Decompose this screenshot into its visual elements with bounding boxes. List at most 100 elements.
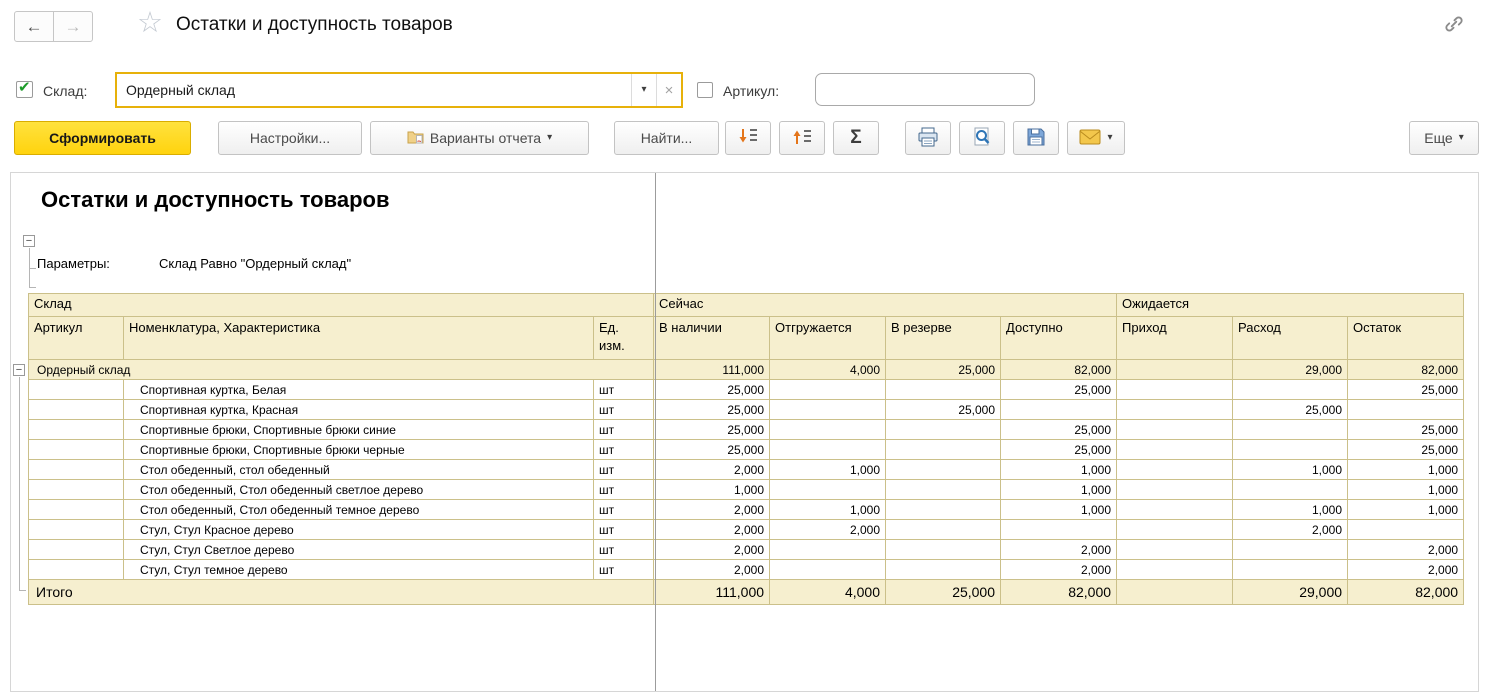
unit-cell[interactable]: шт [594,520,654,540]
value-cell[interactable]: 1,000 [1348,460,1464,480]
total-cell[interactable]: 111,000 [654,580,770,605]
value-cell[interactable] [886,560,1001,580]
value-cell[interactable]: 2,000 [654,560,770,580]
nomenclature-cell[interactable]: Спортивная куртка, Красная [124,400,594,420]
value-cell[interactable]: 1,000 [1001,500,1117,520]
group-collapse-toggle[interactable]: − [13,364,25,376]
group-cell[interactable]: 111,000 [654,360,770,380]
group-cell[interactable]: 82,000 [1001,360,1117,380]
nomenclature-cell[interactable]: Спортивная куртка, Белая [124,380,594,400]
value-cell[interactable]: 2,000 [1348,540,1464,560]
value-cell[interactable] [1348,520,1464,540]
nomenclature-cell[interactable]: Стул, Стул Красное дерево [124,520,594,540]
find-button[interactable]: Найти... [614,121,719,155]
total-cell[interactable] [1117,580,1233,605]
total-label[interactable]: Итого [29,580,654,605]
value-cell[interactable] [1117,420,1233,440]
value-cell[interactable]: 1,000 [654,480,770,500]
unit-cell[interactable]: шт [594,400,654,420]
group-cell[interactable]: 29,000 [1233,360,1348,380]
forward-button[interactable]: → [53,11,93,42]
value-cell[interactable] [770,480,886,500]
value-cell[interactable] [1233,420,1348,440]
nomenclature-cell[interactable]: Стол обеденный, Стол обеденный светлое д… [124,480,594,500]
value-cell[interactable] [1001,400,1117,420]
total-cell[interactable]: 4,000 [770,580,886,605]
value-cell[interactable] [1001,520,1117,540]
value-cell[interactable]: 1,000 [1348,480,1464,500]
article-cell[interactable] [29,380,124,400]
value-cell[interactable] [1117,400,1233,420]
unit-cell[interactable]: шт [594,460,654,480]
value-cell[interactable]: 1,000 [1348,500,1464,520]
article-input[interactable] [815,73,1035,106]
group-cell[interactable]: 25,000 [886,360,1001,380]
value-cell[interactable] [886,380,1001,400]
value-cell[interactable] [1117,520,1233,540]
article-cell[interactable] [29,560,124,580]
value-cell[interactable]: 2,000 [1233,520,1348,540]
total-cell[interactable]: 82,000 [1348,580,1464,605]
value-cell[interactable] [1348,400,1464,420]
value-cell[interactable] [886,440,1001,460]
warehouse-checkbox[interactable]: ✔ [16,81,33,98]
value-cell[interactable]: 25,000 [654,420,770,440]
unit-cell[interactable]: шт [594,560,654,580]
article-cell[interactable] [29,400,124,420]
value-cell[interactable]: 2,000 [1001,560,1117,580]
value-cell[interactable]: 2,000 [654,460,770,480]
value-cell[interactable] [886,500,1001,520]
unit-cell[interactable]: шт [594,480,654,500]
value-cell[interactable] [886,520,1001,540]
value-cell[interactable] [770,420,886,440]
value-cell[interactable]: 25,000 [1348,420,1464,440]
value-cell[interactable] [1117,380,1233,400]
value-cell[interactable] [1233,380,1348,400]
save-button[interactable] [1013,121,1059,155]
combo-dropdown-button[interactable]: ▾ [631,74,656,106]
value-cell[interactable] [1233,560,1348,580]
article-cell[interactable] [29,520,124,540]
combo-clear-button[interactable]: × [656,74,681,106]
article-cell[interactable] [29,500,124,520]
unit-cell[interactable]: шт [594,440,654,460]
send-email-button[interactable]: ▾ [1067,121,1125,155]
nomenclature-cell[interactable]: Стол обеденный, Стол обеденный темное де… [124,500,594,520]
value-cell[interactable] [886,420,1001,440]
collapse-groups-button[interactable] [779,121,825,155]
value-cell[interactable] [1233,440,1348,460]
nomenclature-cell[interactable]: Стул, Стул темное дерево [124,560,594,580]
value-cell[interactable]: 25,000 [1233,400,1348,420]
article-cell[interactable] [29,460,124,480]
unit-cell[interactable]: шт [594,500,654,520]
value-cell[interactable]: 2,000 [1001,540,1117,560]
article-cell[interactable] [29,440,124,460]
value-cell[interactable] [770,560,886,580]
value-cell[interactable] [770,440,886,460]
group-cell[interactable] [1117,360,1233,380]
value-cell[interactable] [886,460,1001,480]
generate-button[interactable]: Сформировать [14,121,191,155]
group-label[interactable]: Ордерный склад [29,360,654,380]
settings-button[interactable]: Настройки... [218,121,362,155]
value-cell[interactable]: 1,000 [1233,460,1348,480]
value-cell[interactable] [1117,460,1233,480]
value-cell[interactable] [1117,480,1233,500]
value-cell[interactable]: 2,000 [770,520,886,540]
value-cell[interactable] [770,400,886,420]
value-cell[interactable]: 1,000 [1001,460,1117,480]
value-cell[interactable] [1233,480,1348,500]
value-cell[interactable]: 2,000 [654,540,770,560]
parameters-collapse-toggle[interactable]: − [23,235,35,247]
unit-cell[interactable]: шт [594,540,654,560]
value-cell[interactable]: 1,000 [770,460,886,480]
value-cell[interactable] [770,380,886,400]
print-preview-button[interactable] [959,121,1005,155]
value-cell[interactable]: 25,000 [1348,380,1464,400]
value-cell[interactable]: 25,000 [1001,420,1117,440]
value-cell[interactable]: 25,000 [654,400,770,420]
group-cell[interactable]: 4,000 [770,360,886,380]
value-cell[interactable] [770,540,886,560]
value-cell[interactable] [1233,540,1348,560]
total-cell[interactable]: 29,000 [1233,580,1348,605]
